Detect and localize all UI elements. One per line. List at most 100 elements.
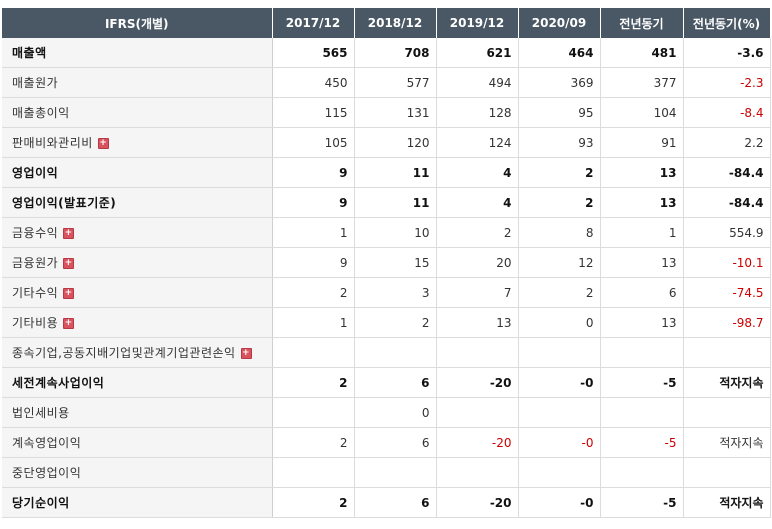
row-label-cell: 중단영업이익 xyxy=(2,457,273,488)
plus-icon[interactable]: + xyxy=(97,138,109,149)
value-cell: 2 xyxy=(272,367,355,398)
row-label: 매출액 xyxy=(12,46,47,60)
value-cell xyxy=(436,337,519,368)
value-cell: 2 xyxy=(272,427,355,458)
value-cell: 621 xyxy=(436,38,519,68)
table-row: 매출총이익 115 131 128 95 104 -8.4 xyxy=(2,97,771,128)
plus-icon[interactable]: + xyxy=(240,348,252,359)
value-cell: 6 xyxy=(600,277,684,308)
table-row: 금융원가 +9 15 20 12 13 -10.1 xyxy=(2,247,771,278)
header-period: 2019/12 xyxy=(436,8,519,38)
row-label-cell: 금융원가 + xyxy=(2,247,273,278)
value-cell: 369 xyxy=(518,67,601,98)
table-row: 금융수익 +1 10 2 8 1 554.9 xyxy=(2,217,771,248)
row-label: 계속영업이익 xyxy=(12,436,82,450)
table-row: 계속영업이익 2 6 -20 -0 -5 적자지속 xyxy=(2,427,771,458)
header-period: 전년동기(%) xyxy=(683,8,771,38)
value-cell: -74.5 xyxy=(683,277,771,308)
value-cell: 481 xyxy=(600,38,684,68)
row-label: 기타수익 xyxy=(12,286,59,300)
value-cell: 93 xyxy=(518,127,601,158)
row-label: 영업이익 xyxy=(12,166,59,180)
row-label-cell: 당기순이익 xyxy=(2,487,273,518)
value-cell xyxy=(600,337,684,368)
row-label-cell: 기타수익 + xyxy=(2,277,273,308)
row-label-cell: 매출액 xyxy=(2,38,273,68)
value-cell: 9 xyxy=(272,247,355,278)
value-cell: 20 xyxy=(436,247,519,278)
value-cell: 2 xyxy=(436,217,519,248)
value-cell: 128 xyxy=(436,97,519,128)
row-label: 영업이익(발표기준) xyxy=(12,196,117,210)
plus-icon[interactable]: + xyxy=(63,318,75,329)
value-cell: 554.9 xyxy=(683,217,771,248)
value-cell: -0 xyxy=(518,487,601,518)
value-cell: 15 xyxy=(354,247,437,278)
value-cell xyxy=(354,337,437,368)
value-cell: -20 xyxy=(436,487,519,518)
plus-icon[interactable]: + xyxy=(63,288,75,299)
row-label-cell: 법인세비용 xyxy=(2,397,273,428)
value-cell: 91 xyxy=(600,127,684,158)
value-cell: 8 xyxy=(518,217,601,248)
value-cell: -5 xyxy=(600,427,684,458)
row-label: 법인세비용 xyxy=(12,406,70,420)
value-cell: 13 xyxy=(436,307,519,338)
header-period: 2018/12 xyxy=(354,8,437,38)
value-cell xyxy=(683,397,771,428)
value-cell: 적자지속 xyxy=(683,367,771,398)
header-row: IFRS(개별) 2017/12 2018/12 2019/12 2020/09… xyxy=(2,8,771,38)
value-cell: 11 xyxy=(354,187,437,218)
header-period: 전년동기 xyxy=(600,8,684,38)
value-cell: 10 xyxy=(354,217,437,248)
row-label-cell: 종속기업,공동지배기업및관계기업관련손익 + xyxy=(2,337,273,368)
plus-icon[interactable]: + xyxy=(63,228,75,239)
value-cell: 6 xyxy=(354,487,437,518)
value-cell: 적자지속 xyxy=(683,427,771,458)
value-cell: 6 xyxy=(354,367,437,398)
value-cell: 1 xyxy=(272,307,355,338)
value-cell xyxy=(436,397,519,428)
row-label: 중단영업이익 xyxy=(12,466,82,480)
table-row: 영업이익 9 11 4 2 13 -84.4 xyxy=(2,157,771,188)
value-cell: 708 xyxy=(354,38,437,68)
value-cell xyxy=(600,457,684,488)
row-label: 금융수익 xyxy=(12,226,59,240)
row-label: 매출원가 xyxy=(12,76,59,90)
value-cell: 2.2 xyxy=(683,127,771,158)
value-cell: 1 xyxy=(272,217,355,248)
row-label-cell: 영업이익(발표기준) xyxy=(2,187,273,218)
row-label-cell: 금융수익 + xyxy=(2,217,273,248)
header-period: 2020/09 xyxy=(518,8,601,38)
value-cell xyxy=(683,457,771,488)
value-cell: 464 xyxy=(518,38,601,68)
value-cell: 131 xyxy=(354,97,437,128)
value-cell: 115 xyxy=(272,97,355,128)
value-cell xyxy=(600,397,684,428)
row-label-cell: 영업이익 xyxy=(2,157,273,188)
value-cell: -5 xyxy=(600,367,684,398)
value-cell: -84.4 xyxy=(683,187,771,218)
value-cell: -98.7 xyxy=(683,307,771,338)
value-cell: 494 xyxy=(436,67,519,98)
table-row: 기타수익 +2 3 7 2 6 -74.5 xyxy=(2,277,771,308)
value-cell: 2 xyxy=(272,487,355,518)
value-cell xyxy=(272,337,355,368)
table-row: 영업이익(발표기준) 9 11 4 2 13 -84.4 xyxy=(2,187,771,218)
row-label-cell: 세전계속사업이익 xyxy=(2,367,273,398)
row-label: 기타비용 xyxy=(12,316,59,330)
header-label: IFRS(개별) xyxy=(2,8,273,38)
value-cell: -3.6 xyxy=(683,38,771,68)
row-label-cell: 판매비와관리비 + xyxy=(2,127,273,158)
row-label-cell: 매출총이익 xyxy=(2,97,273,128)
table-row: 종속기업,공동지배기업및관계기업관련손익 + xyxy=(2,337,771,368)
table-row: 판매비와관리비 +105 120 124 93 91 2.2 xyxy=(2,127,771,158)
table-row: 매출원가 450 577 494 369 377 -2.3 xyxy=(2,67,771,98)
value-cell xyxy=(436,457,519,488)
value-cell: 13 xyxy=(600,247,684,278)
value-cell: -2.3 xyxy=(683,67,771,98)
value-cell xyxy=(518,337,601,368)
plus-icon[interactable]: + xyxy=(63,258,75,269)
value-cell: -10.1 xyxy=(683,247,771,278)
row-label-cell: 매출원가 xyxy=(2,67,273,98)
